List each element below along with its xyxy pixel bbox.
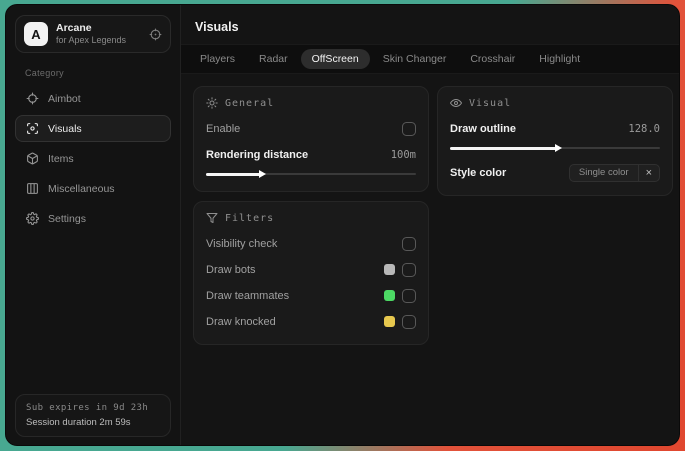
brand-card: A Arcane for Apex Legends [15, 15, 171, 54]
visual-panel-header: Visual [450, 97, 660, 109]
main-area: Visuals Players Radar OffScreen Skin Cha… [181, 5, 679, 445]
sun-icon [206, 97, 218, 109]
sidebar-nav: Aimbot Visuals Items Miscellaneous Setti… [15, 85, 171, 232]
app-window: A Arcane for Apex Legends Category Aimbo… [5, 4, 680, 446]
gear-icon [26, 212, 39, 226]
rendering-distance-value: 100m [390, 148, 416, 161]
crosshair-target-icon[interactable] [149, 28, 162, 41]
style-color-row: Style color Single color × [450, 162, 660, 183]
sidebar-item-aimbot[interactable]: Aimbot [15, 85, 171, 112]
draw-bots-row: Draw bots [206, 259, 416, 280]
enable-row: Enable [206, 118, 416, 139]
page-title: Visuals [195, 20, 239, 34]
draw-bots-color-swatch[interactable] [384, 264, 395, 275]
sidebar-item-miscellaneous[interactable]: Miscellaneous [15, 175, 171, 202]
filters-panel-header: Filters [206, 212, 416, 224]
general-panel-title: General [225, 97, 275, 109]
general-panel: General Enable Rendering distance 100m [193, 86, 429, 192]
filters-panel-title: Filters [225, 212, 275, 224]
general-panel-header: General [206, 97, 416, 109]
scan-eye-icon [26, 122, 39, 135]
tab-players[interactable]: Players [189, 49, 246, 69]
layout-columns-icon [26, 182, 39, 195]
sidebar-item-label: Items [48, 152, 74, 165]
rendering-distance-label: Rendering distance [206, 148, 309, 161]
app-logo: A [24, 22, 48, 47]
sidebar-item-label: Visuals [48, 122, 82, 135]
style-color-dropdown[interactable]: Single color × [568, 163, 660, 182]
visibility-check-checkbox[interactable] [402, 236, 416, 251]
sidebar-item-items[interactable]: Items [15, 145, 171, 172]
sidebar-item-visuals[interactable]: Visuals [15, 115, 171, 143]
slider-fill [450, 144, 563, 152]
rendering-distance-row: Rendering distance 100m [206, 144, 416, 165]
draw-teammates-label: Draw teammates [206, 289, 290, 302]
content: General Enable Rendering distance 100m F… [181, 74, 679, 357]
eye-icon [450, 97, 462, 109]
tab-crosshair[interactable]: Crosshair [459, 49, 526, 69]
session-duration-text: Session duration 2m 59s [26, 417, 131, 428]
crosshair-icon [26, 92, 39, 105]
visibility-check-label: Visibility check [206, 237, 278, 250]
sidebar-item-label: Settings [48, 212, 86, 225]
draw-knocked-checkbox[interactable] [402, 314, 416, 329]
close-icon[interactable]: × [637, 164, 659, 181]
funnel-icon [206, 212, 218, 224]
subscription-status-card: Sub expires in 9d 23h Session duration 2… [15, 394, 171, 437]
draw-knocked-color-swatch[interactable] [384, 316, 395, 327]
sidebar-item-settings[interactable]: Settings [15, 205, 171, 232]
app-subtitle: for Apex Legends [56, 35, 127, 46]
draw-teammates-row: Draw teammates [206, 285, 416, 306]
brand-text: Arcane for Apex Legends [56, 22, 141, 46]
filters-panel: Filters Visibility check Draw bots Draw … [193, 201, 429, 345]
draw-outline-row: Draw outline 128.0 [450, 118, 660, 139]
package-icon [26, 152, 39, 165]
tab-skin-changer[interactable]: Skin Changer [372, 49, 458, 69]
left-column: General Enable Rendering distance 100m F… [193, 86, 429, 345]
visual-panel: Visual Draw outline 128.0 Style color Si… [437, 86, 673, 196]
draw-teammates-checkbox[interactable] [402, 288, 416, 303]
sidebar-item-label: Aimbot [48, 92, 81, 105]
tab-highlight[interactable]: Highlight [528, 49, 591, 69]
visibility-check-row: Visibility check [206, 233, 416, 254]
tab-bar: Players Radar OffScreen Skin Changer Cro… [181, 44, 679, 74]
draw-bots-checkbox[interactable] [402, 262, 416, 277]
enable-label: Enable [206, 122, 241, 135]
desktop-background: { "app": { "name": "Arcane", "subtitle":… [0, 0, 685, 451]
tab-offscreen[interactable]: OffScreen [300, 49, 370, 69]
draw-knocked-row: Draw knocked [206, 311, 416, 332]
enable-checkbox[interactable] [402, 121, 416, 136]
draw-outline-label: Draw outline [450, 122, 517, 135]
slider-thumb[interactable] [555, 144, 563, 152]
sidebar-item-label: Miscellaneous [48, 182, 115, 195]
draw-teammates-color-swatch[interactable] [384, 290, 395, 301]
draw-knocked-label: Draw knocked [206, 315, 276, 328]
sub-expiry-text: Sub expires in 9d 23h [26, 403, 149, 413]
style-color-label: Style color [450, 166, 507, 179]
slider-thumb[interactable] [258, 170, 266, 178]
style-color-selected-value: Single color [578, 167, 629, 178]
sidebar: A Arcane for Apex Legends Category Aimbo… [6, 5, 181, 445]
rendering-distance-slider[interactable] [206, 169, 416, 179]
draw-outline-slider[interactable] [450, 143, 660, 153]
category-label: Category [25, 68, 64, 79]
draw-outline-value: 128.0 [628, 122, 660, 135]
draw-bots-label: Draw bots [206, 263, 256, 276]
app-name: Arcane [56, 22, 92, 34]
tab-radar[interactable]: Radar [248, 49, 299, 69]
slider-fill [206, 170, 266, 178]
right-column: Visual Draw outline 128.0 Style color Si… [437, 86, 673, 196]
visual-panel-title: Visual [469, 97, 512, 109]
